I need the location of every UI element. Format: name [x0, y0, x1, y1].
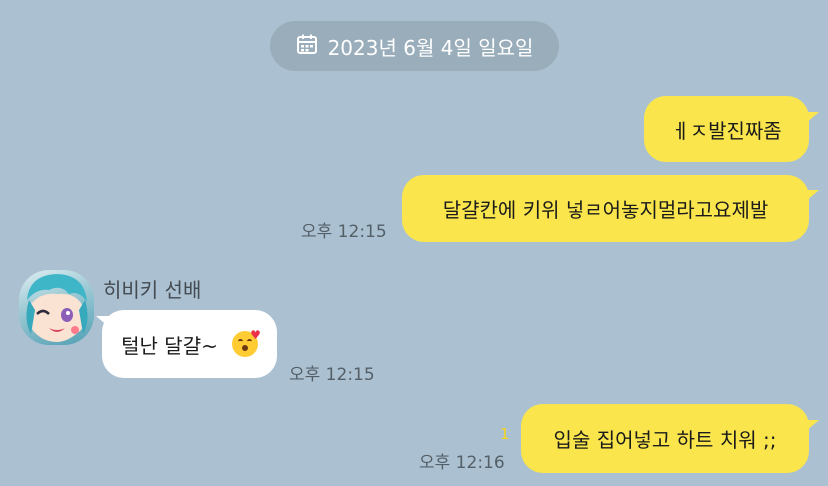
date-divider: 2023년 6월 4일 일요일 — [270, 21, 559, 71]
message-text: 달걀칸에 키위 넣ㄹ어놓지멀라고요제발 — [442, 198, 769, 222]
bubble-tail — [805, 112, 819, 124]
outgoing-message-bubble[interactable]: 달걀칸에 키위 넣ㄹ어놓지멀라고요제발 — [402, 175, 809, 242]
outgoing-message-bubble[interactable]: 입술 집어넣고 하트 치워 ;; — [521, 404, 809, 473]
bubble-tail — [805, 420, 819, 432]
date-text: 2023년 6월 4일 일요일 — [327, 35, 534, 60]
message-text: ㅔㅈ발진짜좀 — [671, 118, 782, 143]
kissing-heart-emoji: ♥ — [231, 329, 261, 357]
calendar-icon — [296, 33, 328, 60]
message-time: 오후 12:15 — [301, 222, 387, 242]
incoming-message-bubble[interactable]: 털난 달걀~ ♥ — [102, 310, 277, 378]
message-text: 털난 달걀~ — [121, 333, 218, 358]
bubble-tail — [805, 190, 819, 202]
outgoing-message-bubble[interactable]: ㅔㅈ발진짜좀 — [644, 96, 809, 162]
avatar[interactable] — [19, 270, 94, 345]
message-text: 입술 집어넣고 하트 치워 ;; — [553, 428, 777, 452]
message-time: 오후 12:16 — [419, 453, 505, 473]
message-time: 오후 12:15 — [289, 365, 375, 385]
unread-count: 1 — [500, 425, 510, 443]
sender-name: 히비키 선배 — [103, 278, 202, 302]
